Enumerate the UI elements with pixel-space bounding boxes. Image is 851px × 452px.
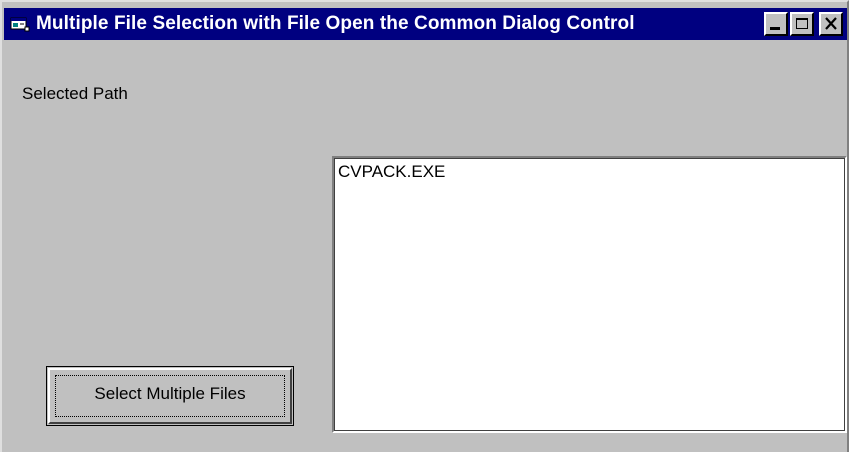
select-multiple-files-button[interactable]: Select Multiple Files	[46, 366, 294, 426]
close-button[interactable]	[819, 12, 843, 36]
close-icon	[825, 17, 837, 30]
select-button-label: Select Multiple Files	[94, 384, 246, 403]
minimize-icon	[770, 27, 780, 30]
selected-path-label: Selected Path	[22, 84, 128, 103]
file-list[interactable]: CVPACK.EXE	[332, 156, 847, 433]
maximize-button[interactable]	[790, 12, 814, 36]
minimize-button[interactable]	[764, 12, 788, 36]
main-window: Multiple File Selection with File Open t…	[0, 0, 849, 452]
maximize-icon	[796, 18, 808, 29]
app-icon	[10, 16, 30, 32]
title-bar[interactable]: Multiple File Selection with File Open t…	[4, 8, 847, 40]
window-title: Multiple File Selection with File Open t…	[36, 13, 635, 34]
list-item[interactable]: CVPACK.EXE	[338, 162, 445, 182]
